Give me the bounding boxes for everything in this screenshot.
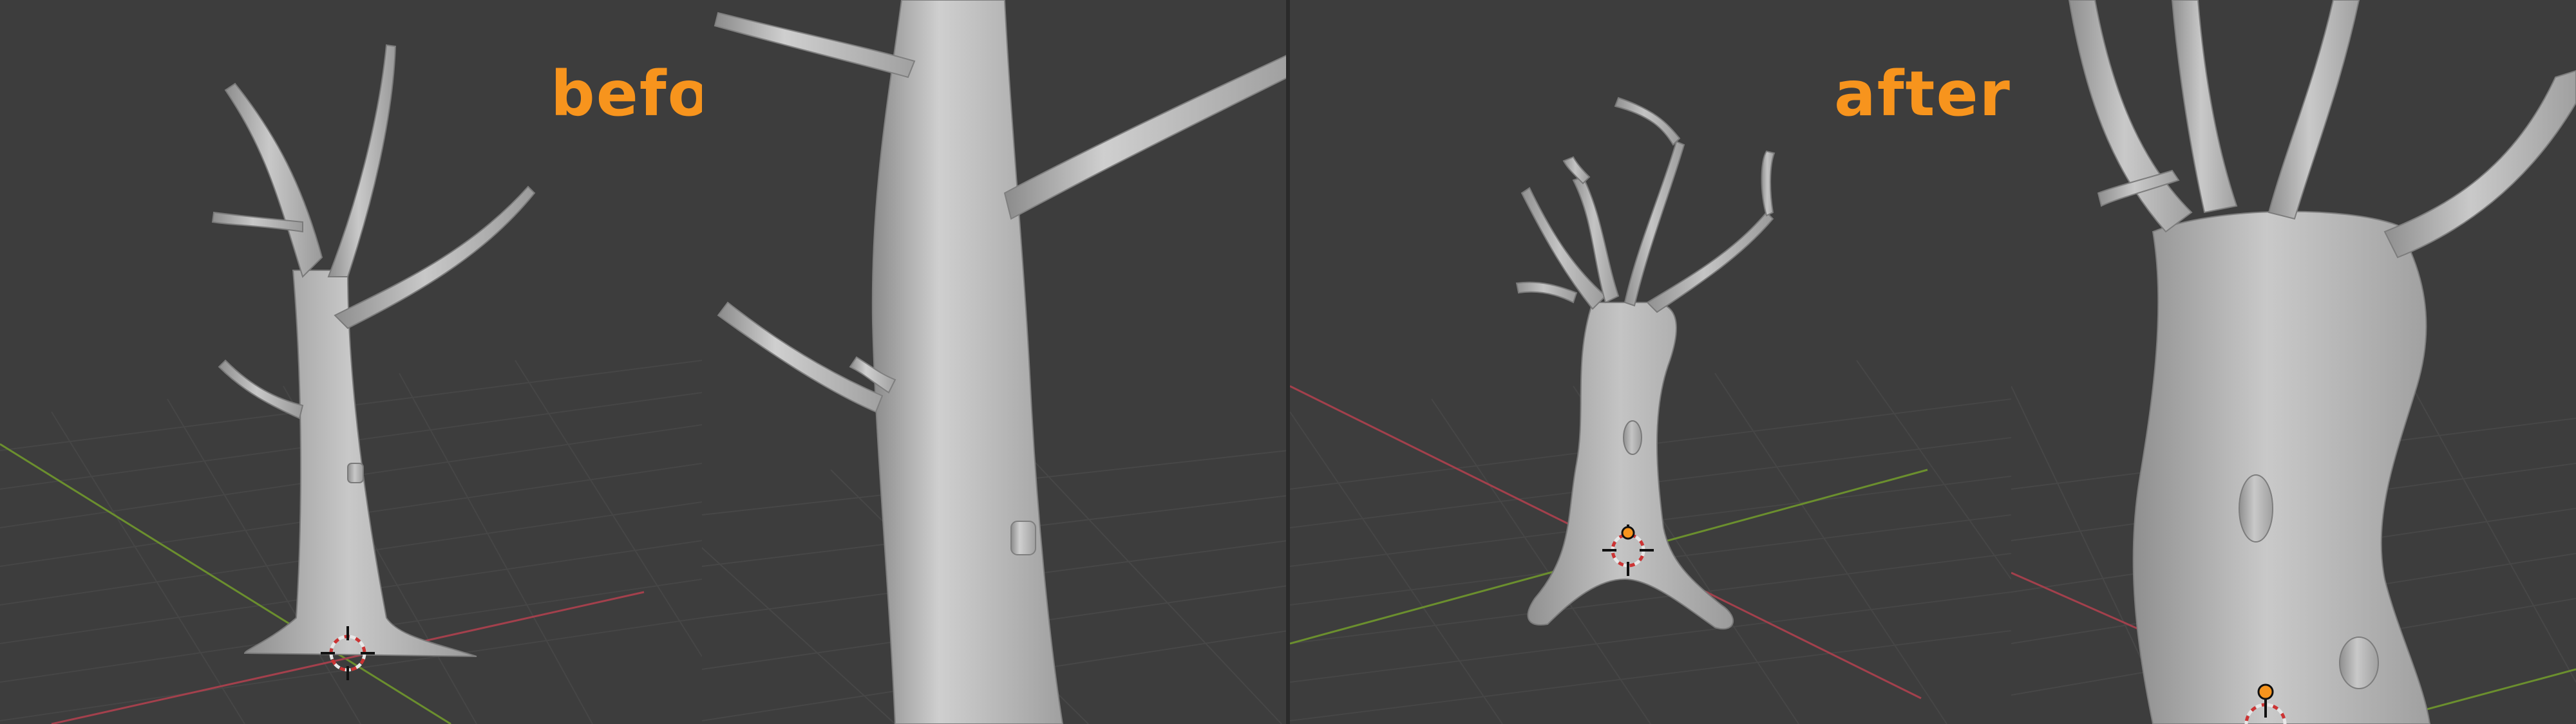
viewport-before-closeup-scene	[702, 0, 1288, 724]
viewport-before-wide[interactable]: before	[0, 0, 702, 724]
before-label: before	[551, 58, 702, 130]
viewport-after-closeup[interactable]	[2011, 0, 2576, 724]
tree-mesh-after-closeup	[2068, 0, 2576, 724]
viewport-after-closeup-scene	[2011, 0, 2576, 724]
comparison-image: before	[0, 0, 2576, 724]
viewport-before-closeup[interactable]	[702, 0, 1288, 724]
viewport-after-wide[interactable]: after	[1290, 0, 2011, 724]
tree-mesh-before-closeup	[714, 0, 1288, 724]
after-label: after	[1834, 58, 2011, 130]
tree-mesh-before	[211, 44, 536, 657]
object-origin-icon	[1621, 526, 1635, 540]
y-axis-line	[0, 443, 451, 724]
